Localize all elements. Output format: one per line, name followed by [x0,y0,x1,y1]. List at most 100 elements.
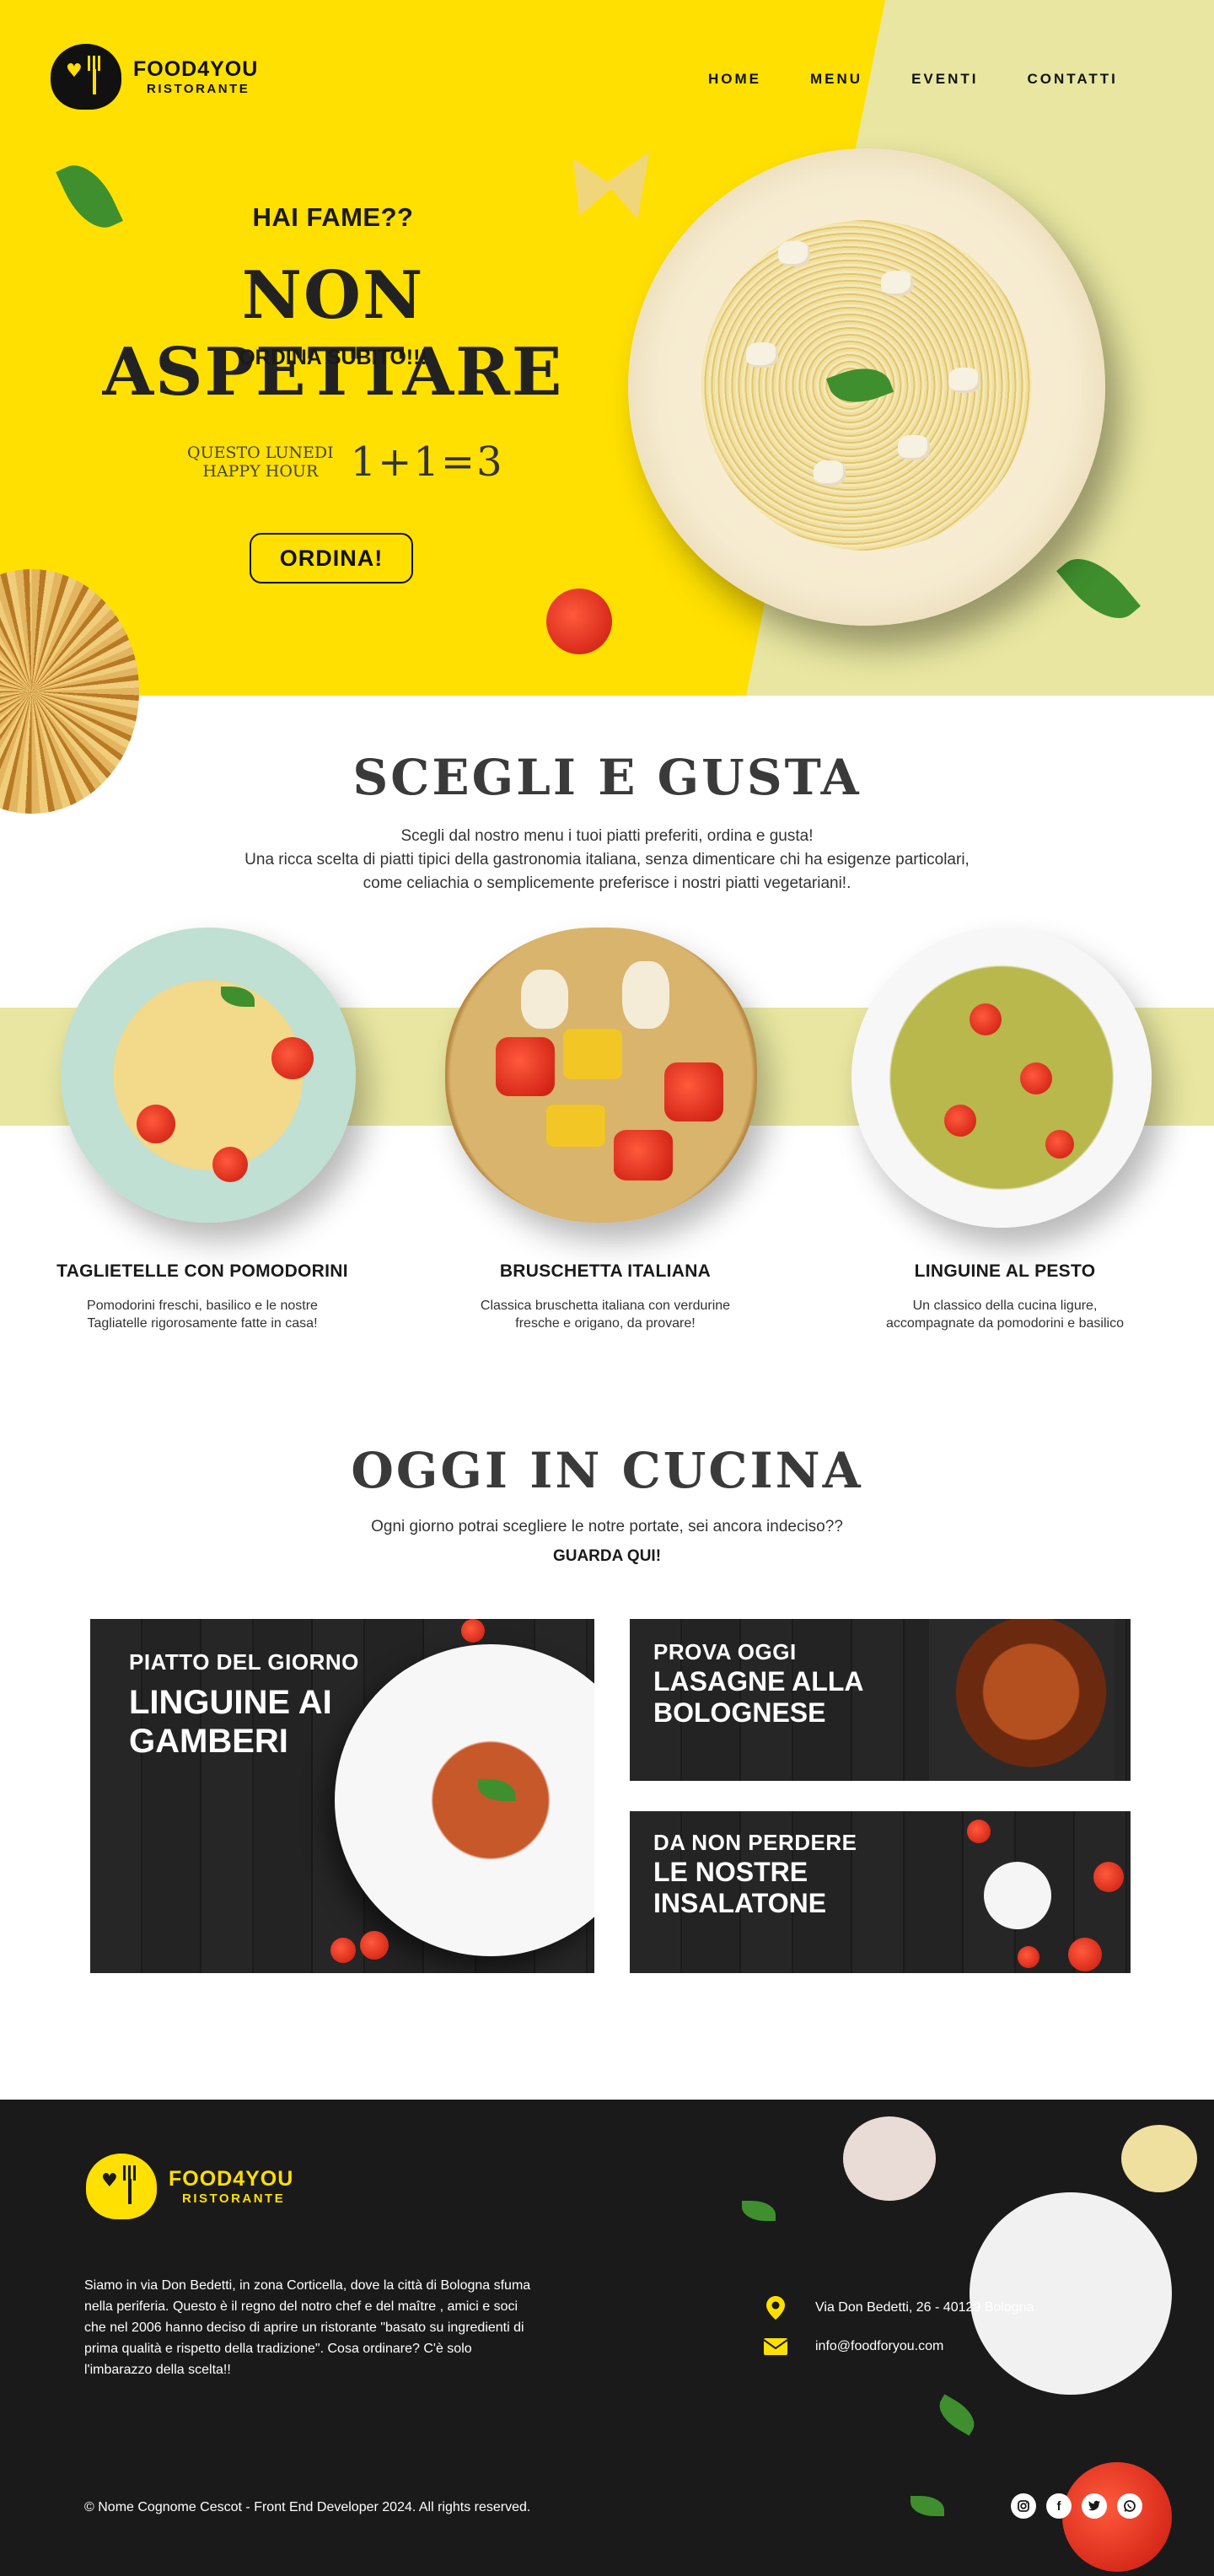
basil-garnish-icon [221,987,255,1007]
tomato-icon [1093,1862,1124,1892]
hero-pasta-plate-image [628,148,1105,626]
menu-desc-line: come celiachia o semplicemente preferisc… [363,874,851,892]
tomato-icon [1018,1946,1039,1968]
nav-menu[interactable]: MENU [810,71,862,88]
dish-desc-line: Tagliatelle rigorosamente fatte in casa! [87,1316,318,1331]
logo[interactable]: ♥ FOOD4YOU RISTORANTE [51,44,258,110]
twitter-icon[interactable] [1082,2493,1107,2519]
bruschetta-dish-image [445,928,757,1223]
card-lasagne[interactable]: PROVA OGGI LASAGNE ALLA BOLOGNESE [630,1619,1131,1781]
dish-desc-line: Un classico della cucina ligure, [912,1299,1098,1313]
dish-description: Classica bruschetta italiana con verduri… [420,1297,791,1332]
herb-decoration [932,2394,981,2436]
contact-email[interactable]: info@foodforyou.com [763,2334,943,2359]
card-title-line: LASAGNE ALLA [653,1666,864,1697]
today-section-subtitle: Ogni giorno potrai scegliere le notre po… [371,1518,843,1535]
heart-icon: ♥ [101,2170,118,2191]
copyright-text: © Nome Cognome Cescot - Front End Develo… [84,2500,531,2514]
footer-about-text: Siamo in via Don Bedetti, in zona Cortic… [84,2278,531,2377]
herb-decoration [910,2496,944,2516]
tomato-icon [271,1037,314,1079]
tomato-icon [1020,1062,1052,1094]
tomato-icon [330,1938,356,1963]
menu-section-description: Scegli dal nostro menu i tuoi piatti pre… [169,825,1045,895]
menu-desc-line: Scegli dal nostro menu i tuoi piatti pre… [400,827,814,845]
mozzarella-decoration [970,2192,1172,2395]
nav-contatti[interactable]: CONTATTI [1027,71,1117,88]
card-kicker: PROVA OGGI [653,1639,797,1664]
card-title-line: LINGUINE AI [129,1684,332,1721]
brand-name: FOOD4YOU [169,2167,294,2191]
whatsapp-icon[interactable] [1117,2493,1142,2519]
dish-name: LINGUINE AL PESTO [914,1261,1096,1281]
hero-subline: ORDINA SUBITO!!! [239,346,427,369]
heart-icon: ♥ [66,61,83,82]
tomato-icon [970,1003,1002,1035]
tomato-chunk [496,1037,555,1096]
hero-section: ♥ FOOD4YOU RISTORANTE HOME MENU EVENTI C… [0,0,1214,696]
tomato-icon [967,1820,991,1843]
facebook-icon[interactable]: f [1046,2493,1072,2519]
footer: ♥ FOOD4YOU RISTORANTE Siamo in via Don B… [0,2100,1214,2576]
dish-desc-line: Pomodorini freschi, basilico e le nostre [87,1299,318,1313]
fork-icon [123,2165,137,2204]
mozzarella-image [984,1862,1051,1929]
linguine-pesto-dish-image [851,928,1152,1228]
card-title: LE NOSTRE INSALATONE [653,1857,826,1919]
tomato-icon [944,1105,976,1137]
tomato-chunk [614,1130,673,1180]
dish-description: Pomodorini freschi, basilico e le nostre… [17,1297,388,1332]
linguine-gamberi-image [335,1644,594,1956]
dish-desc-line: accompagnate da pomodorini e basilico [886,1316,1124,1331]
lasagne-image [929,1619,1115,1781]
promo-day: QUESTO LUNEDI [187,444,334,462]
card-insalatone[interactable]: DA NON PERDERE LE NOSTRE INSALATONE [630,1811,1131,1973]
card-title-line: LE NOSTRE [653,1857,808,1887]
social-links: f [1011,2493,1142,2519]
page: ♥ FOOD4YOU RISTORANTE HOME MENU EVENTI C… [0,0,1214,2576]
brand-tagline: RISTORANTE [182,2191,286,2206]
nav-eventi[interactable]: EVENTI [911,71,978,88]
hero-headline: NON ASPETTARE [102,257,564,411]
dish-name: BRUSCHETTA ITALIANA [499,1261,712,1281]
instagram-icon[interactable] [1011,2493,1036,2519]
fork-icon [88,56,101,94]
dish-description: Un classico della cucina ligure, accompa… [819,1297,1190,1332]
logo-mark-icon: ♥ [51,44,121,110]
basil-garnish-icon [478,1779,515,1801]
today-cta-link[interactable]: GUARDA QUI! [0,1547,1214,1566]
garlic-decoration [843,2116,936,2201]
hero-question: HAI FAME?? [252,202,414,232]
tomato-icon [461,1619,485,1643]
brand-tagline: RISTORANTE [147,82,250,96]
tomato-icon [1068,1938,1102,1971]
tomato-icon [360,1931,389,1960]
contact-address: Via Don Bedetti, 26 - 40129 Bologna [763,2295,1034,2321]
card-title-line: INSALATONE [653,1887,827,1918]
logo-mark-icon: ♥ [86,2154,157,2219]
order-button[interactable]: ORDINA! [250,533,413,583]
pepper-chunk [546,1105,605,1147]
email-link[interactable]: info@foodforyou.com [815,2339,943,2354]
tomato-icon [137,1105,175,1143]
nav-home[interactable]: HOME [708,71,761,88]
card-kicker: PIATTO DEL GIORNO [129,1649,359,1675]
footer-logo[interactable]: ♥ FOOD4YOU RISTORANTE [86,2154,293,2219]
card-title: LINGUINE AI GAMBERI [129,1683,332,1761]
dish-name: TAGLIETELLE CON POMODORINI [56,1261,348,1281]
envelope-icon [763,2334,788,2359]
tomato-icon [212,1147,248,1182]
card-piatto-del-giorno[interactable]: PIATTO DEL GIORNO LINGUINE AI GAMBERI [90,1619,594,1973]
card-title: LASAGNE ALLA BOLOGNESE [653,1666,863,1729]
herb-decoration [742,2201,776,2221]
dish-desc-line: fresche e origano, da provare! [515,1316,696,1331]
dish-desc-line: Classica bruschetta italiana con verduri… [480,1299,731,1313]
menu-desc-line: Una ricca scelta di piatti tipici della … [244,851,970,869]
pepper-chunk [563,1029,622,1079]
address-text: Via Don Bedetti, 26 - 40129 Bologna [815,2300,1034,2315]
chicken-piece [778,241,810,266]
tomato-icon [1045,1130,1074,1159]
mushroom-chunk [622,961,669,1029]
promo-label: HAPPY HOUR [202,462,319,481]
tomato-icon [546,589,612,654]
